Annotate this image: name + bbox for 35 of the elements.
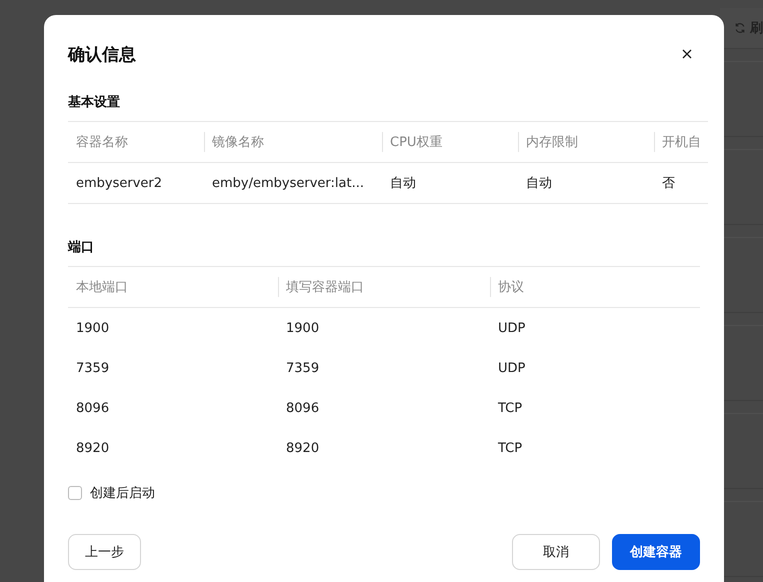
column-header: 开机自 xyxy=(662,134,701,151)
column-header: 填写容器端口 xyxy=(286,279,364,296)
column-header: 内存限制 xyxy=(526,134,578,151)
cancel-button[interactable]: 取消 xyxy=(512,534,600,570)
table-cell: emby/embyserver:lat... xyxy=(212,176,364,190)
column-header: 镜像名称 xyxy=(212,134,264,151)
section-title: 基本设置 xyxy=(68,94,121,111)
table-cell: 8920 xyxy=(286,440,320,456)
table-cell: 7359 xyxy=(76,360,110,376)
table-cell: 8096 xyxy=(76,400,110,416)
column-header: 容器名称 xyxy=(76,134,128,151)
table-cell: TCP xyxy=(498,440,522,456)
table-cell: 7359 xyxy=(286,360,320,376)
column-header: 本地端口 xyxy=(76,279,128,296)
refresh-icon[interactable] xyxy=(734,21,746,35)
table-cell-text: 自动 xyxy=(390,175,416,192)
table-cell: embyserver2 xyxy=(76,176,162,190)
table-cell: TCP xyxy=(498,400,522,416)
table-cell-text: 否 xyxy=(662,175,675,192)
create-button[interactable]: 创建容器 xyxy=(612,534,700,570)
column-header: CPU权重 xyxy=(390,134,442,151)
table-cell: 1900 xyxy=(76,320,110,336)
checkbox-label: 创建后启动 xyxy=(90,485,155,502)
section-title: 端口 xyxy=(68,239,95,256)
checkbox[interactable] xyxy=(68,486,82,500)
table-cell: UDP xyxy=(498,320,526,336)
close-icon[interactable] xyxy=(682,49,692,59)
table-cell-text: 自动 xyxy=(526,175,552,192)
table-cell: 1900 xyxy=(286,320,320,336)
table-cell: 8920 xyxy=(76,440,110,456)
table-cell: 8096 xyxy=(286,400,320,416)
column-header: 协议 xyxy=(498,279,524,296)
table-cell: UDP xyxy=(498,360,526,376)
dialog-title: 确认信息 xyxy=(68,44,136,66)
back-button[interactable]: 上一步 xyxy=(68,534,141,570)
